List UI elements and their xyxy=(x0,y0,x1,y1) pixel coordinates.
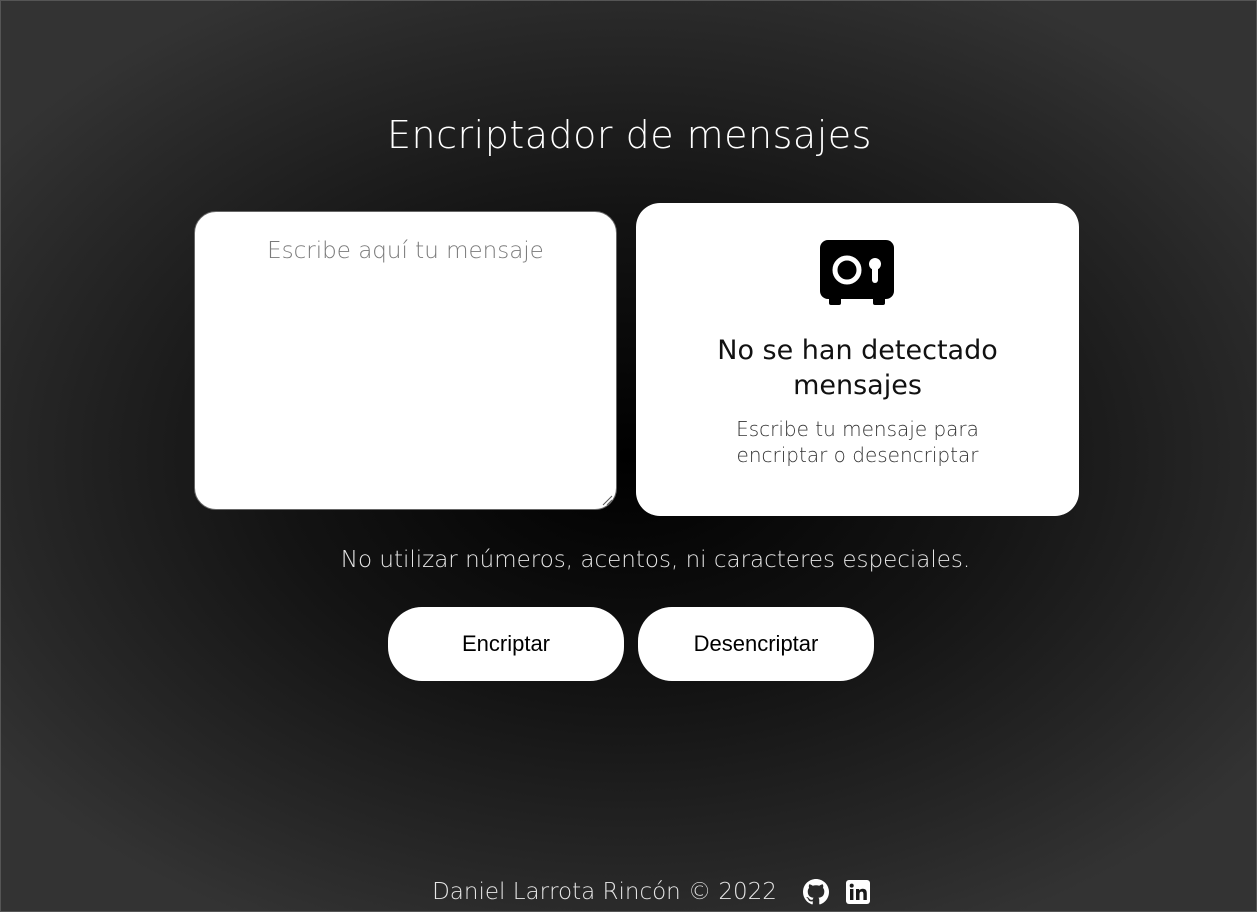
decrypt-button[interactable]: Desencriptar xyxy=(638,607,874,681)
footer-credit: Daniel Larrota Rincón © 2022 xyxy=(432,879,777,905)
warning-text: No utilizar números, acentos, ni caracte… xyxy=(340,547,971,573)
linkedin-icon xyxy=(845,880,870,904)
safe-icon xyxy=(820,240,894,305)
encrypt-button[interactable]: Encriptar xyxy=(388,607,624,681)
linkedin-link[interactable] xyxy=(845,879,871,905)
output-subtext: Escribe tu mensaje para encriptar o dese… xyxy=(736,417,979,467)
github-link[interactable] xyxy=(802,879,829,905)
message-input[interactable] xyxy=(195,212,616,509)
output-heading: No se han detectado mensajes xyxy=(717,335,998,401)
output-panel: No se han detectado mensajes Escribe tu … xyxy=(636,203,1079,516)
message-input-card xyxy=(194,211,617,510)
page-title: Encriptador de mensajes xyxy=(387,113,872,157)
github-icon xyxy=(802,879,829,905)
resize-handle-icon[interactable] xyxy=(601,494,613,506)
footer: Daniel Larrota Rincón © 2022 xyxy=(1,873,1257,911)
